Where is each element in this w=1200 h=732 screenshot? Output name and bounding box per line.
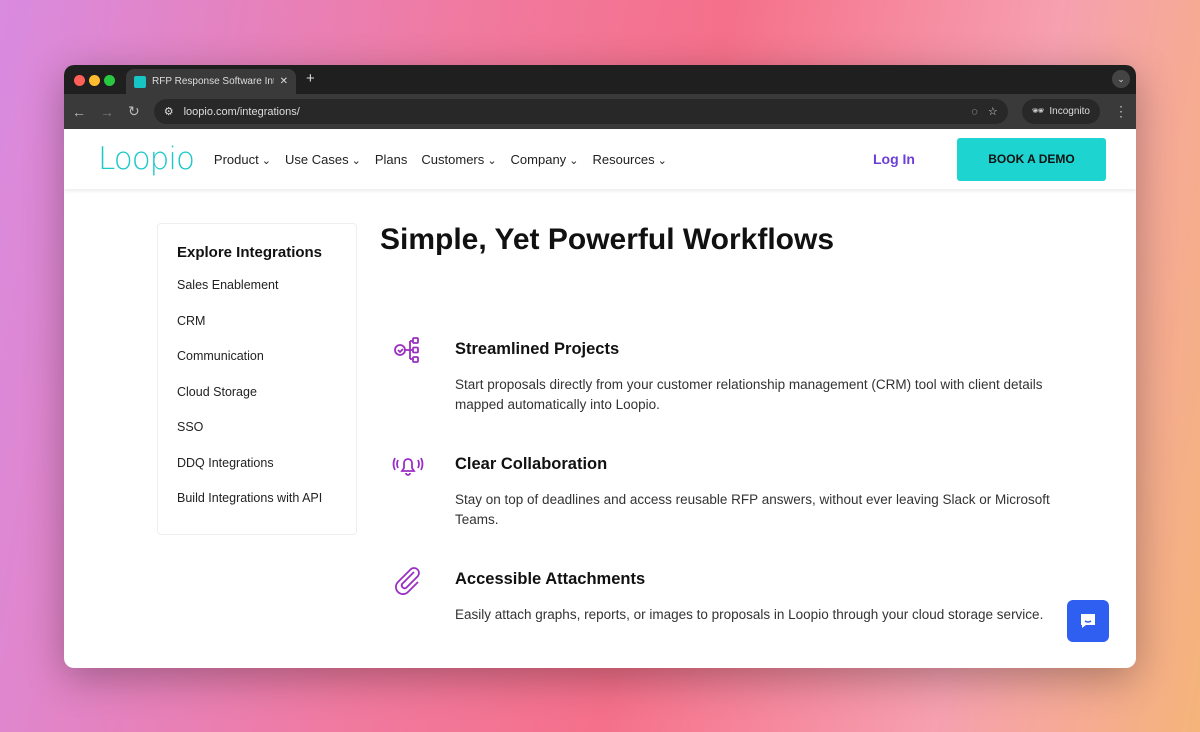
favicon-icon xyxy=(134,75,146,88)
maximize-window-icon[interactable] xyxy=(104,75,115,86)
tab-search-icon[interactable]: ⌄ xyxy=(1112,70,1130,88)
sidebar-item[interactable]: Build Integrations with API xyxy=(177,488,337,524)
bell-icon xyxy=(392,457,424,476)
feature-title: Accessible Attachments xyxy=(455,570,646,588)
chat-icon xyxy=(1081,614,1095,628)
nav-use-cases[interactable]: Use Cases xyxy=(285,152,361,167)
nav-resources[interactable]: Resources xyxy=(592,152,666,167)
forward-icon[interactable]: → xyxy=(100,104,114,120)
star-icon[interactable]: ☆ xyxy=(988,105,998,118)
menu-icon[interactable]: ⋮ xyxy=(1114,103,1128,120)
eye-off-icon[interactable]: ◌ xyxy=(971,106,978,118)
sidebar-item[interactable]: SSO xyxy=(177,417,337,453)
feature-text: Start proposals directly from your custo… xyxy=(455,377,1043,412)
incognito-badge[interactable]: 🕶 Incognito xyxy=(1021,99,1100,124)
sidebar-item[interactable]: Communication xyxy=(177,346,337,382)
browser-window: RFP Response Software Integ ✕ + ⌄ ← → ↻ ⚙… xyxy=(64,65,1136,668)
sidebar-item[interactable]: Sales Enablement xyxy=(177,275,337,311)
page-title: Simple, Yet Powerful Workflows xyxy=(380,223,834,256)
sidebar-title: Explore Integrations xyxy=(177,244,323,261)
address-bar-row: ← → ↻ ⚙ loopio.com/integrations/◌ ☆ 🕶 Incog… xyxy=(64,94,1136,129)
minimize-window-icon[interactable] xyxy=(89,75,100,86)
reload-icon[interactable]: ↻ xyxy=(128,103,140,120)
new-tab-icon[interactable]: + xyxy=(306,70,315,87)
nav-plans[interactable]: Plans xyxy=(375,152,408,167)
workflow-icon xyxy=(394,337,419,363)
login-link[interactable]: Log In xyxy=(873,151,915,167)
site-header: Loopio Product Use Cases Plans Customers… xyxy=(64,129,1136,189)
nav-company[interactable]: Company xyxy=(511,152,579,167)
feature-item: Accessible Attachments Easily attach gra… xyxy=(392,564,1052,625)
incognito-icon: 🕶 xyxy=(1031,106,1045,117)
site-settings-icon[interactable]: ⚙ xyxy=(164,105,174,118)
nav-customers[interactable]: Customers xyxy=(421,152,496,167)
browser-tab[interactable]: RFP Response Software Integ ✕ xyxy=(126,69,296,94)
feature-item: Streamlined Projects Start proposals dir… xyxy=(392,334,1052,415)
chat-button[interactable] xyxy=(1067,600,1109,642)
back-icon[interactable]: ← xyxy=(72,104,86,120)
tab-bar: RFP Response Software Integ ✕ + ⌄ xyxy=(64,65,1136,94)
url-field[interactable]: ⚙ loopio.com/integrations/◌ ☆ xyxy=(153,99,1008,124)
loopio-logo[interactable]: Loopio xyxy=(98,141,195,177)
paperclip-icon xyxy=(395,567,420,595)
close-window-icon[interactable] xyxy=(74,75,85,86)
sidebar-item[interactable]: CRM xyxy=(177,311,337,347)
integrations-sidebar: Explore Integrations Sales Enablement CR… xyxy=(157,223,357,535)
feature-text: Stay on top of deadlines and access reus… xyxy=(455,492,1050,527)
feature-title: Streamlined Projects xyxy=(455,340,620,358)
sidebar-item[interactable]: DDQ Integrations xyxy=(177,453,337,489)
book-demo-button[interactable]: BOOK A DEMO xyxy=(957,137,1106,181)
nav-product[interactable]: Product xyxy=(214,152,271,167)
feature-item: Clear Collaboration Stay on top of deadl… xyxy=(392,449,1052,530)
close-tab-icon[interactable]: ✕ xyxy=(280,76,288,87)
feature-text: Easily attach graphs, reports, or images… xyxy=(455,607,1044,622)
feature-title: Clear Collaboration xyxy=(455,455,608,473)
sidebar-item[interactable]: Cloud Storage xyxy=(177,382,337,418)
